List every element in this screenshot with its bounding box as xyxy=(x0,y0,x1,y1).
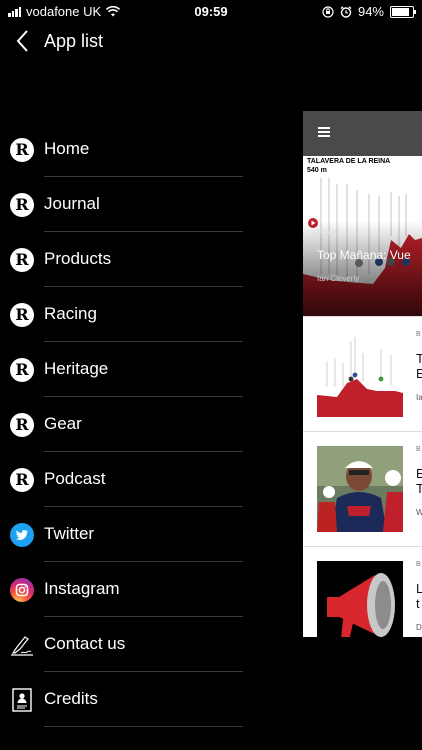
app-list-menu: R Home R Journal R Products R Racing R H… xyxy=(0,122,300,727)
menu-item-products[interactable]: R Products xyxy=(0,232,300,287)
r-logo-icon: R xyxy=(10,303,34,327)
article-card[interactable]: B T E Ia xyxy=(303,316,422,431)
menu-item-label: Home xyxy=(44,139,90,158)
menu-item-label: Heritage xyxy=(44,359,109,378)
credits-icon xyxy=(12,688,32,712)
article-thumbnail xyxy=(317,331,403,417)
menu-item-label: Products xyxy=(44,249,112,268)
menu-item-gear[interactable]: R Gear xyxy=(0,397,300,452)
article-card[interactable]: B L t D xyxy=(303,546,422,637)
nav-title[interactable]: App list xyxy=(44,31,103,52)
menu-item-label: Twitter xyxy=(44,524,95,543)
article-author: D xyxy=(416,623,422,632)
article-text: B T E Ia xyxy=(416,317,422,431)
menu-item-contact-us[interactable]: Contact us xyxy=(0,617,300,672)
battery-icon xyxy=(390,5,416,18)
menu-item-label: Instagram xyxy=(44,579,120,598)
article-thumbnail xyxy=(317,446,403,532)
back-chevron-icon[interactable] xyxy=(14,29,32,53)
divider xyxy=(44,726,243,727)
battery-percent: 94% xyxy=(357,4,384,19)
menu-item-instagram[interactable]: Instagram xyxy=(0,562,300,617)
profile-altitude-label: 540 m xyxy=(307,167,327,174)
article-kicker: B xyxy=(416,446,421,453)
menu-item-label: Racing xyxy=(44,304,97,323)
hero-date: 9/1/19 xyxy=(317,228,340,237)
menu-item-home[interactable]: R Home xyxy=(0,122,300,177)
menu-item-credits[interactable]: Credits xyxy=(0,672,300,727)
article-text: B L t D xyxy=(416,547,422,637)
r-logo-icon: R xyxy=(10,413,34,437)
hamburger-menu-icon[interactable] xyxy=(318,127,330,139)
twitter-icon xyxy=(10,523,34,547)
menu-item-racing[interactable]: R Racing xyxy=(0,287,300,342)
hero-title: Top Mañana: Vue xyxy=(317,248,411,262)
alarm-icon xyxy=(340,5,352,18)
rotation-lock-icon xyxy=(322,5,334,18)
article-author: Ia xyxy=(416,393,422,402)
r-logo-icon: R xyxy=(10,358,34,382)
hero-author: Ian Cleverly xyxy=(317,274,360,283)
instagram-icon xyxy=(10,578,34,602)
menu-item-label: Gear xyxy=(44,414,82,433)
feed-top-bar xyxy=(303,111,422,156)
status-bar: vodafone UK 09:59 94% xyxy=(0,0,422,22)
menu-item-label: Credits xyxy=(44,689,98,708)
r-logo-icon: R xyxy=(10,468,34,492)
main-content-preview[interactable]: TALAVERA DE LA REINA 540 m 9/1/19 Top Ma… xyxy=(303,111,422,637)
r-logo-icon: R xyxy=(10,248,34,272)
hero-article[interactable]: TALAVERA DE LA REINA 540 m 9/1/19 Top Ma… xyxy=(303,156,422,316)
article-title: T E xyxy=(416,351,422,381)
signature-icon xyxy=(11,636,33,656)
article-title: L t xyxy=(416,581,422,611)
article-card[interactable]: B E T W xyxy=(303,431,422,546)
article-kicker: B xyxy=(416,561,421,568)
menu-item-twitter[interactable]: Twitter xyxy=(0,507,300,562)
menu-item-journal[interactable]: R Journal xyxy=(0,177,300,232)
article-title: E T xyxy=(416,466,422,496)
r-logo-icon: R xyxy=(10,193,34,217)
menu-item-label: Contact us xyxy=(44,634,126,653)
menu-item-heritage[interactable]: R Heritage xyxy=(0,342,300,397)
menu-item-podcast[interactable]: R Podcast xyxy=(0,452,300,507)
article-kicker: B xyxy=(416,331,421,338)
article-author: W xyxy=(416,508,422,517)
nav-bar: App list xyxy=(0,26,300,56)
article-thumbnail xyxy=(317,561,403,637)
menu-item-label: Podcast xyxy=(44,469,106,488)
r-logo-icon: R xyxy=(10,138,34,162)
menu-item-label: Journal xyxy=(44,194,100,213)
article-text: B E T W xyxy=(416,432,422,546)
profile-start-label: TALAVERA DE LA REINA xyxy=(307,158,391,165)
